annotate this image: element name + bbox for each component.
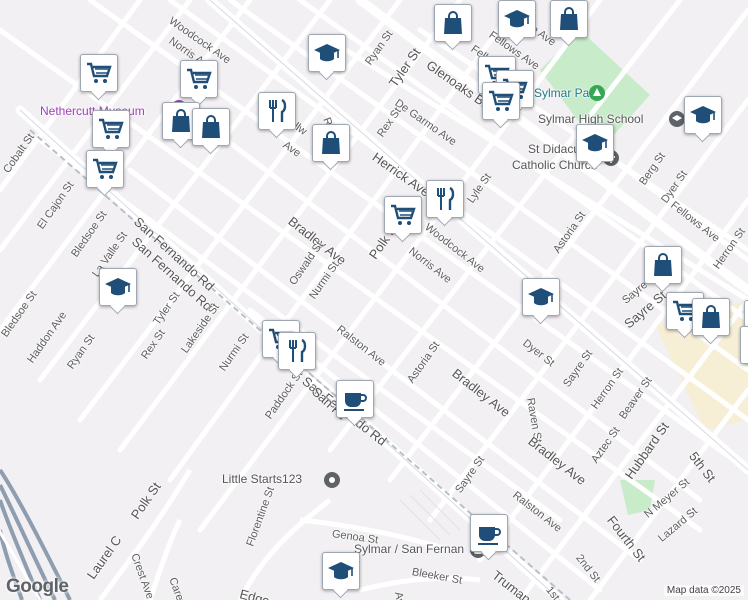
map-marker[interactable] xyxy=(86,150,124,188)
map-marker[interactable] xyxy=(384,196,422,234)
map-marker[interactable] xyxy=(192,108,230,146)
pin-place-icon[interactable] xyxy=(324,472,340,488)
map-marker[interactable] xyxy=(522,278,560,316)
map-attribution[interactable]: Map data ©2025 xyxy=(663,585,744,596)
map-canvas[interactable]: Woodcock Ave Norris Ave Ryan St Tyler St… xyxy=(0,0,748,600)
map-marker[interactable] xyxy=(692,298,730,336)
map-marker[interactable] xyxy=(498,0,536,38)
place-label-sylmar-station[interactable]: Sylmar / San Fernan xyxy=(354,542,464,556)
map-marker[interactable] xyxy=(426,180,464,218)
map-marker[interactable] xyxy=(322,552,360,590)
school-icon[interactable] xyxy=(669,111,685,127)
map-marker[interactable] xyxy=(576,124,614,162)
map-marker[interactable] xyxy=(180,60,218,98)
google-logo: Google xyxy=(6,576,69,597)
map-marker[interactable] xyxy=(99,268,137,306)
map-marker[interactable] xyxy=(740,326,748,364)
map-marker[interactable] xyxy=(308,34,346,72)
map-marker[interactable] xyxy=(278,332,316,370)
map-marker[interactable] xyxy=(470,514,508,552)
map-marker[interactable] xyxy=(550,0,588,38)
map-marker[interactable] xyxy=(336,380,374,418)
map-marker[interactable] xyxy=(482,82,520,120)
place-label-little-starts[interactable]: Little Starts123 xyxy=(222,472,302,486)
park-tree-icon[interactable] xyxy=(589,85,605,101)
map-marker[interactable] xyxy=(684,96,722,134)
map-marker[interactable] xyxy=(312,124,350,162)
map-marker[interactable] xyxy=(644,246,682,284)
map-marker[interactable] xyxy=(434,4,472,42)
map-marker[interactable] xyxy=(80,54,118,92)
map-marker[interactable] xyxy=(92,110,130,148)
map-marker[interactable] xyxy=(258,92,296,130)
